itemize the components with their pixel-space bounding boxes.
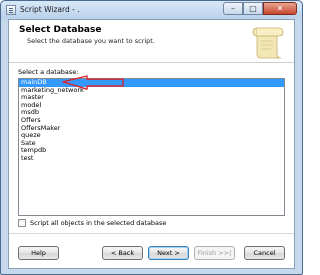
back-button[interactable]: < Back xyxy=(102,246,143,260)
script-all-checkbox[interactable] xyxy=(18,219,26,227)
cancel-button[interactable]: Cancel xyxy=(244,246,285,260)
wizard-icon xyxy=(6,5,16,15)
script-all-label[interactable]: Script all objects in the selected datab… xyxy=(30,219,166,227)
list-item[interactable]: OffersMaker xyxy=(19,124,284,133)
list-item[interactable]: master xyxy=(19,94,284,102)
close-button[interactable]: ✕ xyxy=(263,2,297,15)
maximize-button[interactable]: □ xyxy=(243,2,263,15)
wizard-header: Select Database Select the database you … xyxy=(9,20,294,63)
page-title: Select Database xyxy=(19,25,102,35)
title-bar[interactable]: Script Wizard - . – □ ✕ xyxy=(1,1,302,19)
minimize-button[interactable]: – xyxy=(223,2,243,15)
list-item[interactable]: queze xyxy=(19,132,284,140)
finish-button[interactable]: Finish >>| xyxy=(194,246,235,260)
next-button[interactable]: Next > xyxy=(148,246,189,260)
script-wizard-window: Script Wizard - . – □ ✕ Select Database … xyxy=(0,0,303,275)
wizard-client-area: Select Database Select the database you … xyxy=(8,19,295,269)
database-listbox[interactable]: mainDB marketing_network master model ms… xyxy=(18,78,285,216)
caption-buttons: – □ ✕ xyxy=(223,2,297,15)
database-list-label: Select a database: xyxy=(18,68,79,76)
page-subtitle: Select the database you want to script. xyxy=(27,37,155,45)
list-item[interactable]: marketing_network xyxy=(19,86,284,95)
help-button[interactable]: Help xyxy=(18,246,59,260)
list-item[interactable]: tempdb xyxy=(19,147,284,155)
scroll-icon xyxy=(252,27,284,59)
list-item[interactable]: model xyxy=(19,101,284,110)
list-item[interactable]: Sate xyxy=(19,139,284,148)
list-item[interactable]: test xyxy=(19,154,284,163)
window-title: Script Wizard - . xyxy=(20,5,80,14)
list-item[interactable]: msdb xyxy=(19,109,284,117)
wizard-footer: Help < Back Next > Finish >>| Cancel xyxy=(9,233,294,268)
wizard-body: Select a database: mainDB marketing_netw… xyxy=(9,64,294,233)
script-all-option[interactable]: Script all objects in the selected datab… xyxy=(18,219,166,227)
